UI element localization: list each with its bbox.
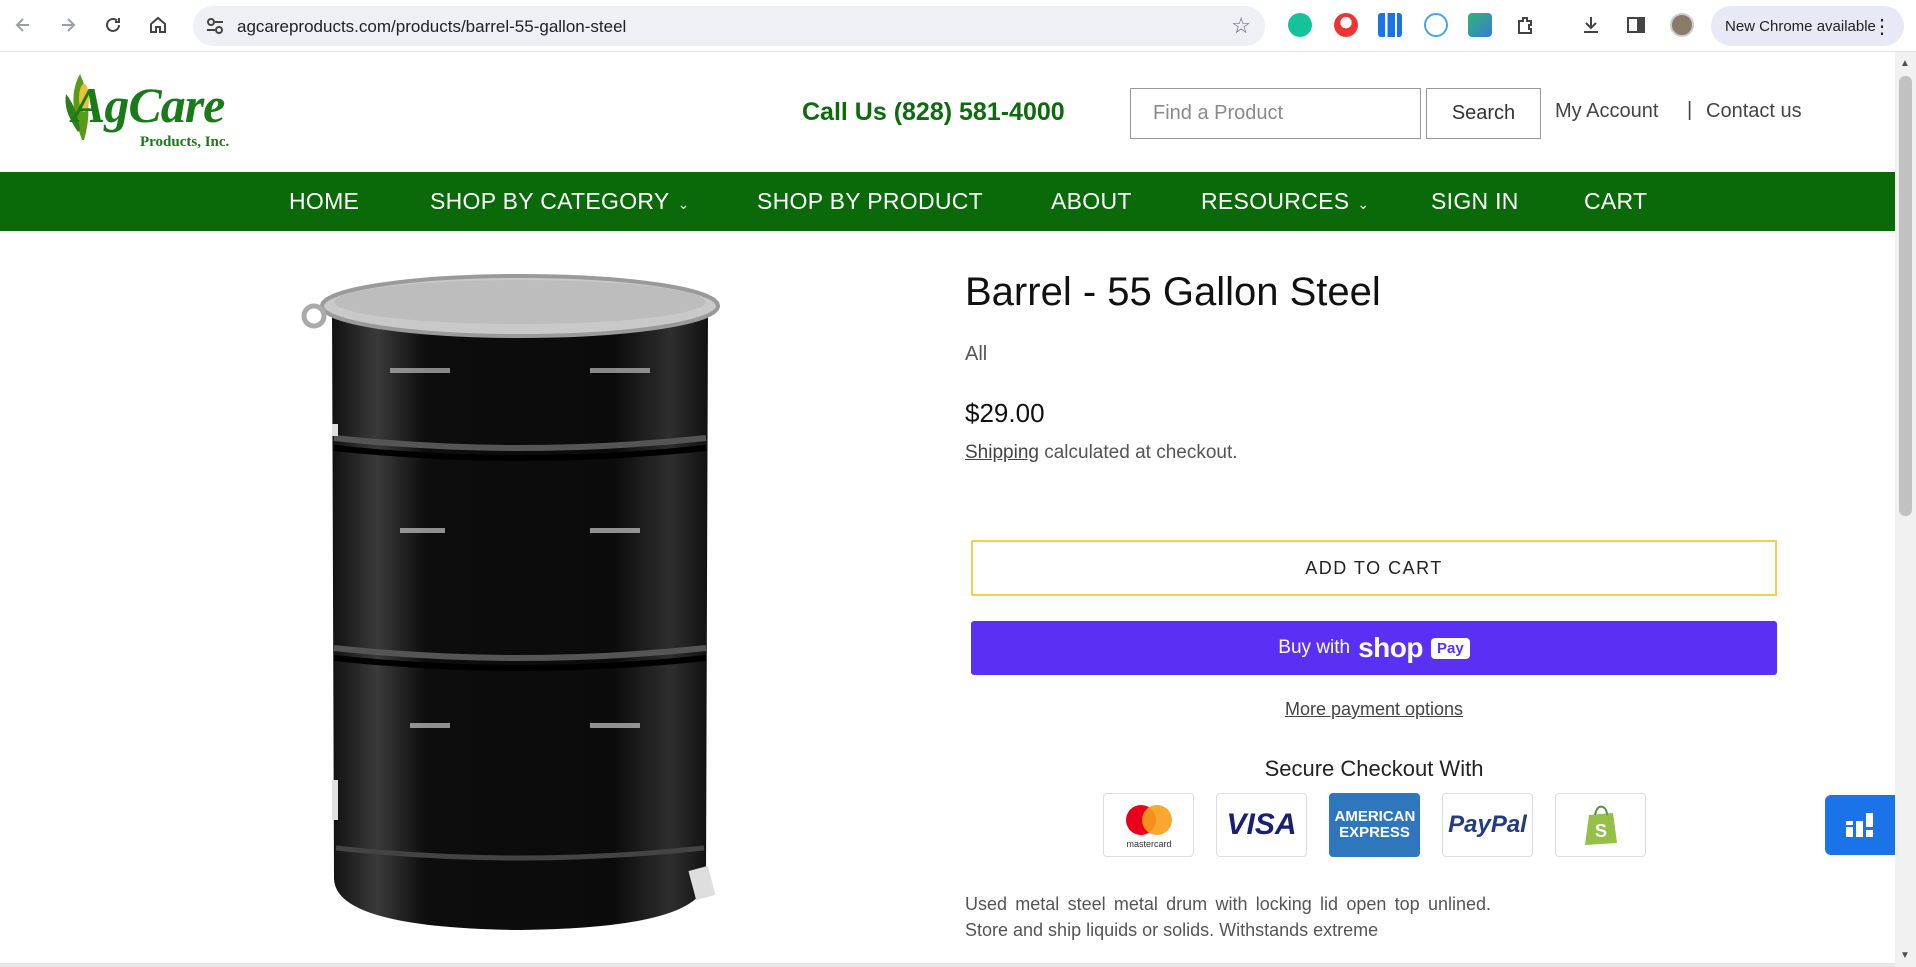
mastercard-label: mastercard xyxy=(1126,839,1171,849)
pokeball-extension-icon[interactable] xyxy=(1334,13,1358,37)
svg-text:S: S xyxy=(1594,821,1606,841)
nav-cart-label: CART xyxy=(1584,188,1648,214)
nav-resources-label: RESOURCES xyxy=(1201,188,1350,214)
agcare-logo[interactable]: AgCare Products, Inc. xyxy=(62,72,262,152)
side-panel-icon[interactable] xyxy=(1623,12,1649,38)
menu-kebab-icon[interactable]: ⋮ xyxy=(1872,14,1892,39)
site-header: AgCare Products, Inc. Call Us (828) 581-… xyxy=(0,52,1895,172)
scroll-up-arrow-icon[interactable]: ▲ xyxy=(1900,58,1910,69)
nav-about[interactable]: ABOUT xyxy=(1051,188,1132,215)
phone-number[interactable]: Call Us (828) 581-4000 xyxy=(802,98,1065,127)
paypal-icon: PayPal xyxy=(1442,793,1533,857)
nav-resources[interactable]: RESOURCES ⌄ xyxy=(1201,188,1369,215)
mastercard-icon: mastercard xyxy=(1103,793,1194,857)
nav-shop-by-product[interactable]: SHOP BY PRODUCT xyxy=(757,188,983,215)
header-separator: | xyxy=(1687,99,1693,121)
my-account-link[interactable]: My Account xyxy=(1555,100,1658,123)
add-to-cart-button[interactable]: ADD TO CART xyxy=(971,540,1777,596)
profile-avatar[interactable] xyxy=(1670,13,1694,37)
logo-wordmark: AgCare xyxy=(72,77,225,133)
product-image-barrel[interactable] xyxy=(290,268,750,934)
widget-bars-icon xyxy=(1846,813,1873,837)
floating-widget-button[interactable] xyxy=(1825,795,1895,855)
nav-home-label: HOME xyxy=(289,188,360,214)
visa-icon: VISA xyxy=(1216,793,1307,857)
contact-us-link[interactable]: Contact us xyxy=(1706,100,1802,123)
product-vendor: All xyxy=(965,343,988,365)
back-icon[interactable] xyxy=(8,10,38,40)
shipping-note-text: calculated at checkout. xyxy=(1038,442,1238,463)
nav-home[interactable]: HOME xyxy=(289,188,359,215)
bottom-divider xyxy=(0,963,1895,967)
chart-extension-icon[interactable] xyxy=(1378,13,1402,37)
nav-sign-in-label: SIGN IN xyxy=(1431,188,1519,214)
nav-shop-by-category[interactable]: SHOP BY CATEGORY ⌄ xyxy=(430,188,690,215)
update-label: New Chrome available xyxy=(1725,17,1876,35)
page-scrollbar[interactable]: ▲ ▼ xyxy=(1895,52,1916,967)
search-extension-icon[interactable] xyxy=(1468,13,1492,37)
bookmark-star-icon[interactable]: ☆ xyxy=(1231,13,1251,39)
chevron-down-icon: ⌄ xyxy=(1357,196,1370,212)
globe-extension-icon[interactable] xyxy=(1424,13,1448,37)
visa-label: VISA xyxy=(1226,808,1297,841)
forward-icon[interactable] xyxy=(53,10,83,40)
search-input[interactable] xyxy=(1130,88,1421,139)
grammarly-extension-icon[interactable] xyxy=(1288,13,1312,37)
scroll-thumb[interactable] xyxy=(1899,76,1912,516)
shipping-link[interactable]: Shipping xyxy=(965,442,1039,463)
chrome-update-button[interactable]: New Chrome available ⋮ xyxy=(1711,6,1904,46)
reload-icon[interactable] xyxy=(98,10,128,40)
nav-cart[interactable]: CART xyxy=(1584,188,1647,215)
shipping-note: Shipping calculated at checkout. xyxy=(965,442,1238,464)
payment-methods: mastercard VISA AMERICAN EXPRESS PayPal … xyxy=(1103,793,1649,857)
buy-with-label: Buy with xyxy=(1278,637,1351,658)
secure-checkout-heading: Secure Checkout With xyxy=(1264,756,1484,781)
nav-shop-by-category-label: SHOP BY CATEGORY xyxy=(430,188,670,214)
download-icon[interactable] xyxy=(1578,12,1604,38)
search-button[interactable]: Search xyxy=(1426,88,1541,139)
buy-with-shop-pay-button[interactable]: Buy with shop Pay xyxy=(971,621,1777,675)
logo-subtitle: Products, Inc. xyxy=(140,134,230,150)
paypal-label: PayPal xyxy=(1448,811,1527,838)
product-title: Barrel - 55 Gallon Steel xyxy=(965,270,1381,314)
nav-shop-by-product-label: SHOP BY PRODUCT xyxy=(757,188,984,214)
chevron-down-icon: ⌄ xyxy=(677,196,690,212)
main-navigation: HOME SHOP BY CATEGORY ⌄ SHOP BY PRODUCT … xyxy=(0,172,1895,231)
shopify-icon: S xyxy=(1555,793,1646,857)
url-text[interactable]: agcareproducts.com/products/barrel-55-ga… xyxy=(237,17,626,37)
product-description: Used metal steel metal drum with locking… xyxy=(965,894,1491,940)
nav-sign-in[interactable]: SIGN IN xyxy=(1431,188,1519,215)
nav-about-label: ABOUT xyxy=(1051,188,1132,214)
shop-pay-logo: shop xyxy=(1358,632,1423,663)
pay-badge: Pay xyxy=(1431,637,1470,659)
amex-label: AMERICAN EXPRESS xyxy=(1334,808,1416,841)
american-express-icon: AMERICAN EXPRESS xyxy=(1329,793,1420,857)
extensions-puzzle-icon[interactable] xyxy=(1513,12,1539,38)
scroll-down-arrow-icon[interactable]: ▼ xyxy=(1900,950,1910,961)
site-info-icon[interactable] xyxy=(205,16,225,36)
browser-toolbar: agcareproducts.com/products/barrel-55-ga… xyxy=(0,0,1916,52)
more-payment-options-link[interactable]: More payment options xyxy=(971,699,1777,720)
home-icon[interactable] xyxy=(143,10,173,40)
product-price: $29.00 xyxy=(965,398,1045,428)
address-bar[interactable]: agcareproducts.com/products/barrel-55-ga… xyxy=(193,6,1265,46)
